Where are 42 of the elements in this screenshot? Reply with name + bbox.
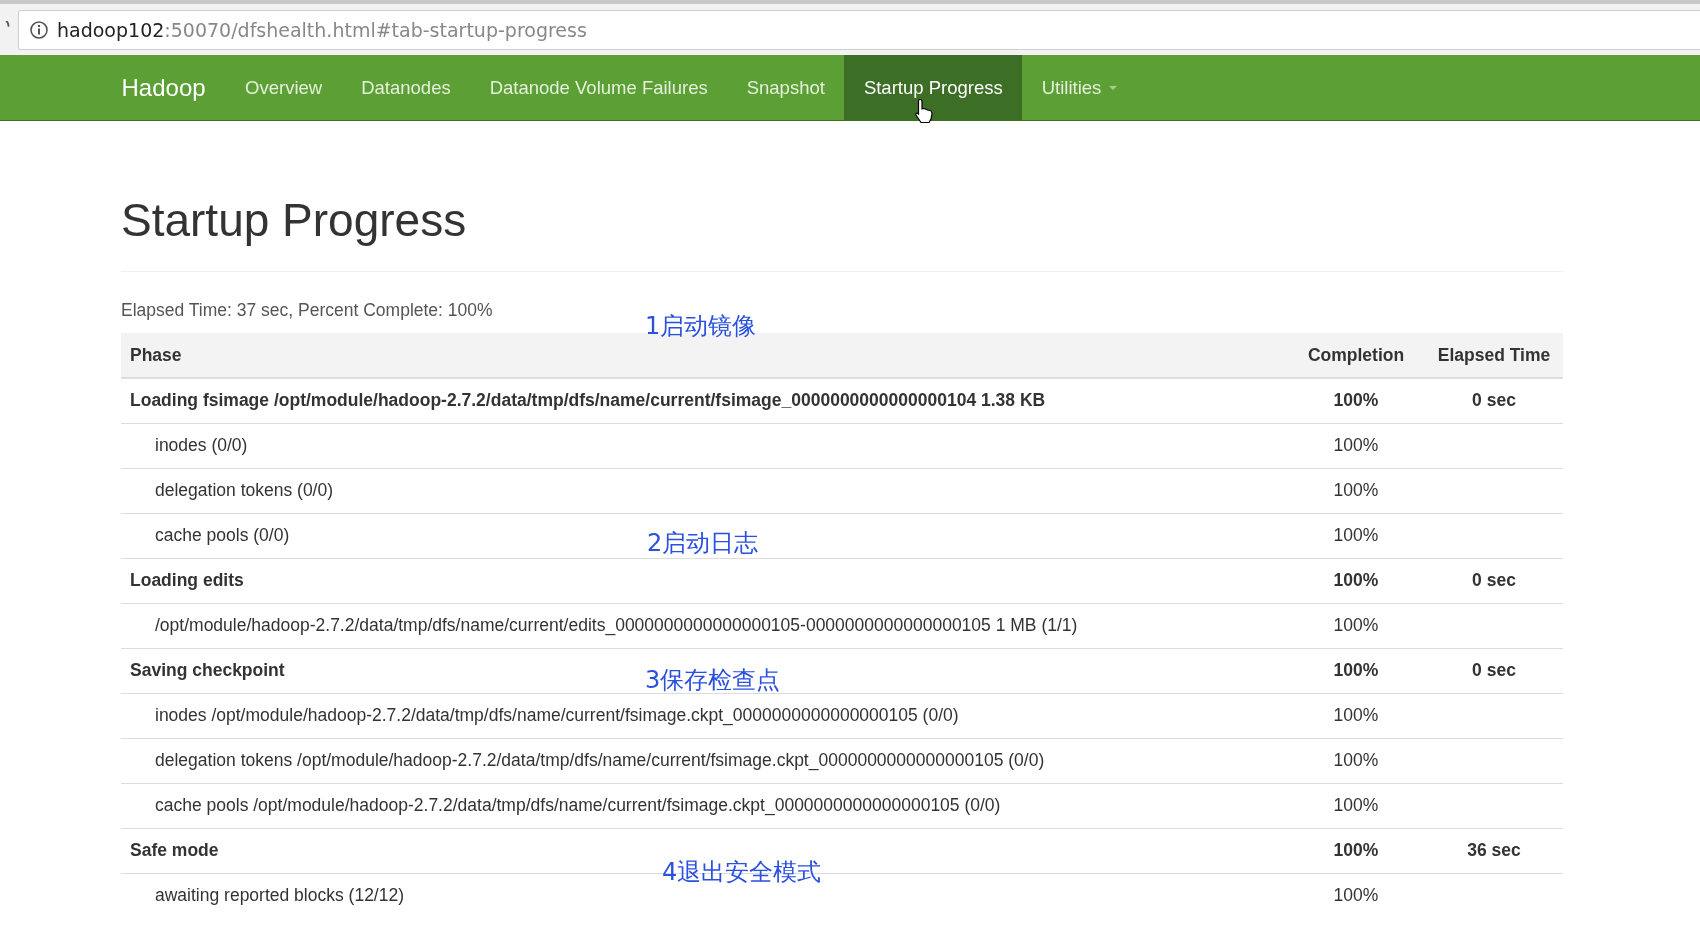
page-title: Startup Progress — [121, 193, 1563, 272]
column-header: Completion — [1287, 333, 1425, 378]
completion-cell: 100% — [1287, 693, 1425, 738]
nav-link[interactable]: Startup Progress — [844, 55, 1023, 120]
step-name: inodes (0/0) — [121, 423, 1287, 468]
completion-cell: 100% — [1287, 648, 1425, 693]
completion-cell: 100% — [1287, 783, 1425, 828]
info-icon[interactable] — [29, 19, 49, 40]
completion-cell: 100% — [1287, 468, 1425, 513]
step-name: /opt/module/hadoop-2.7.2/data/tmp/dfs/name/current/edits_0000000000000000105-0000000000000000105 1 MB (1/1) — [121, 603, 1287, 648]
hand-pointer-icon — [914, 98, 935, 124]
step-name: delegation tokens (0/0) — [121, 468, 1287, 513]
completion-cell: 100% — [1287, 873, 1425, 918]
completion-cell: 100% — [1287, 423, 1425, 468]
phase-name: Loading fsimage /opt/module/hadoop-2.7.2/data/tmp/dfs/name/current/fsimage_0000000000000000104 1.38 KB — [121, 378, 1287, 423]
completion-cell: 100% — [1287, 738, 1425, 783]
brand-link[interactable]: Hadoop — [102, 55, 226, 120]
step-name: cache pools /opt/module/hadoop-2.7.2/data/tmp/dfs/name/current/fsimage.ckpt_0000000000000000105 (0/0) — [121, 783, 1287, 828]
elapsed-cell: 0 sec — [1425, 558, 1563, 603]
elapsed-cell: 0 sec — [1425, 378, 1563, 423]
nav-link[interactable]: Snapshot — [727, 55, 845, 120]
completion-cell: 100% — [1287, 558, 1425, 603]
step-name: inodes /opt/module/hadoop-2.7.2/data/tmp/dfs/name/current/fsimage.ckpt_0000000000000000105 (0/0) — [121, 693, 1287, 738]
completion-cell: 100% — [1287, 828, 1425, 873]
nav-link[interactable]: Datanodes — [341, 55, 471, 120]
caret-icon — [1109, 85, 1118, 90]
completion-cell: 100% — [1287, 513, 1425, 558]
nav-link[interactable]: Overview — [225, 55, 342, 120]
column-header: Elapsed Time — [1425, 333, 1563, 378]
annotation-text: 3保存检查点 — [645, 665, 781, 696]
completion-cell: 100% — [1287, 378, 1425, 423]
phase-name: Loading edits — [121, 558, 1287, 603]
summary-text: Elapsed Time: 37 sec, Percent Complete: 100% — [121, 300, 494, 321]
elapsed-cell: 0 sec — [1425, 648, 1563, 693]
completion-cell: 100% — [1287, 603, 1425, 648]
nav-link[interactable]: Utilities — [1022, 55, 1137, 120]
address-bar[interactable]: hadoop102:50070/dfshealth.html#tab-startup-progress — [18, 9, 1700, 50]
nav-link[interactable]: Datanode Volume Failures — [470, 55, 728, 120]
url-text: hadoop102:50070/dfshealth.html#tab-startup-progress — [57, 18, 587, 41]
annotation-text: 2启动日志 — [647, 528, 759, 559]
step-name: delegation tokens /opt/module/hadoop-2.7.2/data/tmp/dfs/name/current/fsimage.ckpt_0000000000000000105 (0/0) — [121, 738, 1287, 783]
elapsed-cell: 36 sec — [1425, 828, 1563, 873]
